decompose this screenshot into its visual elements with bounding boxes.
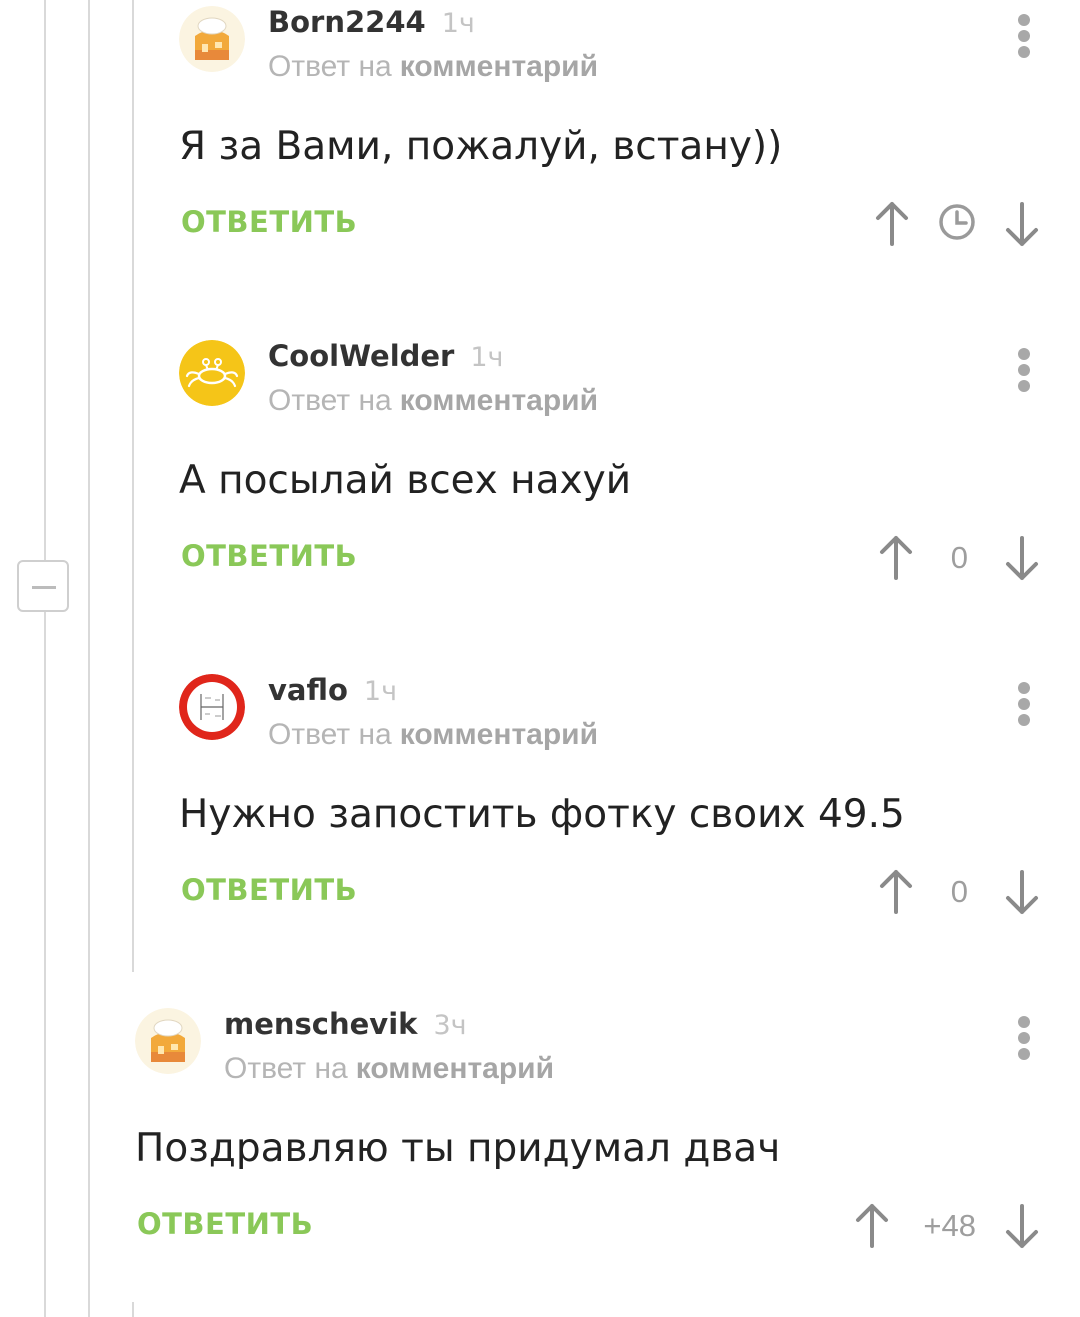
- comment-time: 1ч: [363, 676, 398, 707]
- reply-context: Ответ на комментарий: [224, 1052, 554, 1086]
- chef-house-avatar-icon: [135, 1008, 201, 1074]
- chef-house-avatar-icon: [179, 6, 245, 72]
- reply-target-link[interactable]: комментарий: [400, 50, 598, 83]
- reply-prefix: Ответ на: [268, 384, 392, 417]
- thread-line-level-2: [88, 0, 90, 1317]
- reply-target-link[interactable]: комментарий: [356, 1052, 554, 1085]
- reply-target-link[interactable]: комментарий: [400, 718, 598, 751]
- avatar[interactable]: [135, 1008, 201, 1074]
- reply-prefix: Ответ на: [224, 1052, 348, 1085]
- crab-avatar-icon: [179, 340, 245, 406]
- comment-text: А посылай всех нахуй: [179, 458, 632, 503]
- downvote-arrow-icon[interactable]: [1002, 868, 1042, 916]
- comment-time: 3ч: [433, 1010, 467, 1041]
- avatar[interactable]: [179, 6, 245, 72]
- avatar[interactable]: [179, 674, 245, 740]
- comment-author[interactable]: vaflo 1ч: [268, 673, 397, 707]
- rating-value: 0: [950, 540, 968, 575]
- comment-text: Я за Вами, пожалуй, встану)): [179, 124, 783, 169]
- rating-value: 0: [950, 874, 968, 909]
- comment-time: 1ч: [470, 342, 504, 373]
- downvote-arrow-icon[interactable]: [1002, 200, 1042, 248]
- upvote-arrow-icon[interactable]: [852, 1202, 892, 1250]
- comment-text: Поздравляю ты придумал двач: [135, 1126, 781, 1171]
- reply-context: Ответ на комментарий: [268, 50, 598, 84]
- reply-button[interactable]: ОТВЕТИТЬ: [137, 1207, 313, 1241]
- reply-target-link[interactable]: комментарий: [400, 384, 598, 417]
- reply-button[interactable]: ОТВЕТИТЬ: [181, 539, 357, 573]
- collapse-thread-button[interactable]: [17, 560, 69, 612]
- comment-menu-button[interactable]: [1012, 1016, 1036, 1060]
- downvote-arrow-icon[interactable]: [1002, 1202, 1042, 1250]
- thread-line-root-lower: [44, 612, 46, 1317]
- reply-context: Ответ на комментарий: [268, 718, 598, 752]
- comment-menu-button[interactable]: [1012, 348, 1036, 392]
- rating-value: +48: [923, 1208, 976, 1243]
- reply-context: Ответ на комментарий: [268, 384, 598, 418]
- comment-menu-button[interactable]: [1012, 14, 1036, 58]
- thread-line-level-3: [132, 0, 134, 972]
- reply-prefix: Ответ на: [268, 718, 392, 751]
- upvote-arrow-icon[interactable]: [876, 868, 916, 916]
- reply-prefix: Ответ на: [268, 50, 392, 83]
- comment-time: 1ч: [441, 8, 475, 39]
- comment-menu-button[interactable]: [1012, 682, 1036, 726]
- comment-author[interactable]: menschevik 3ч: [224, 1007, 467, 1041]
- red-ring-avatar-icon: [179, 674, 245, 740]
- thread-line-level-3-tail: [132, 1302, 134, 1317]
- comment-author[interactable]: Born2244 1ч: [268, 5, 475, 39]
- reply-button[interactable]: ОТВЕТИТЬ: [181, 205, 357, 239]
- clock-icon: [939, 204, 975, 240]
- reply-button[interactable]: ОТВЕТИТЬ: [181, 873, 357, 907]
- minus-icon: [32, 586, 56, 589]
- upvote-arrow-icon[interactable]: [872, 200, 912, 248]
- avatar[interactable]: [179, 340, 245, 406]
- thread-line-root: [44, 0, 46, 560]
- comment-text: Нужно запостить фотку своих 49.5: [179, 792, 905, 837]
- downvote-arrow-icon[interactable]: [1002, 534, 1042, 582]
- upvote-arrow-icon[interactable]: [876, 534, 916, 582]
- comment-author[interactable]: CoolWelder 1ч: [268, 339, 504, 373]
